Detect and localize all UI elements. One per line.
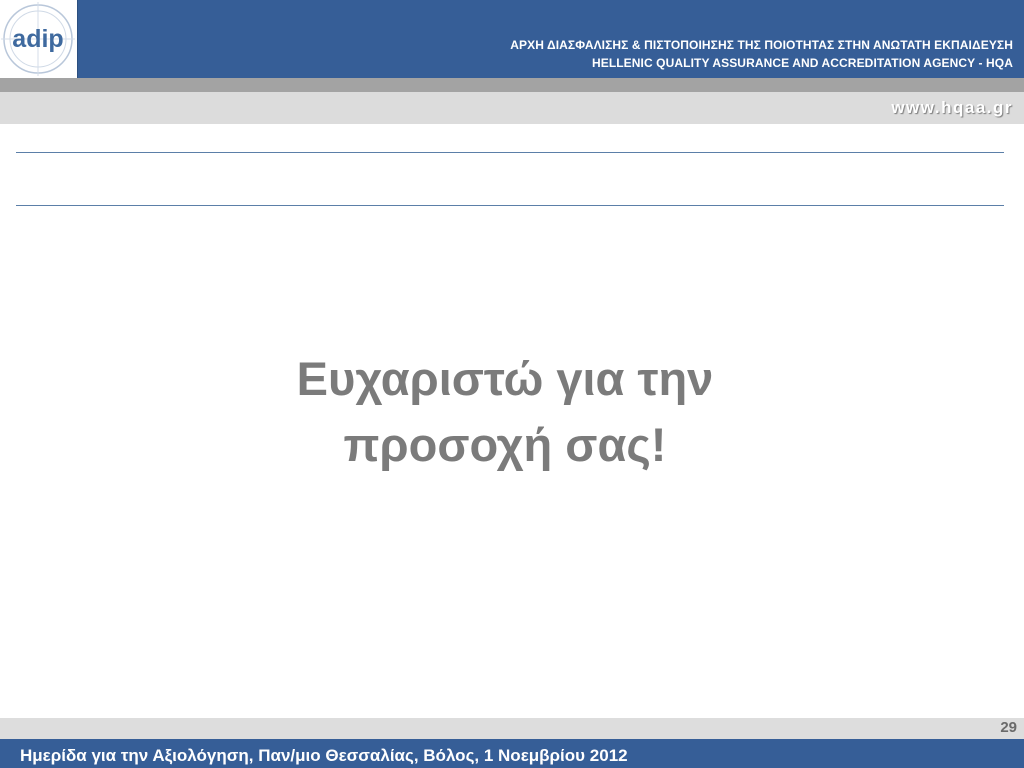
agency-logo: adip: [0, 0, 78, 78]
logo-emblem-icon: adip: [1, 2, 75, 76]
slide: adip ΑΡΧΗ ΔΙΑΣΦΑΛΙΣΗΣ & ΠΙΣΤΟΠΟΙΗΣΗΣ ΤΗΣ…: [0, 0, 1024, 768]
title-rule-bottom: [16, 205, 1004, 206]
thank-you-line-1: Ευχαριστώ για την: [296, 352, 714, 405]
thank-you-message: Ευχαριστώ για την προσοχή σας!: [0, 346, 1010, 478]
header-stripe-light: [0, 92, 1024, 124]
footer-stripe: [0, 718, 1024, 739]
title-rule-top: [16, 152, 1004, 153]
logo-text: adip: [12, 25, 63, 53]
page-number: 29: [1000, 719, 1017, 736]
footer-event-text: Ημερίδα για την Αξιολόγηση, Παν/μιο Θεσσ…: [20, 746, 628, 765]
thank-you-line-2: προσοχή σας!: [343, 418, 667, 471]
header-stripe-dark: [0, 78, 1024, 92]
agency-title-english: HELLENIC QUALITY ASSURANCE AND ACCREDITA…: [591, 56, 1013, 70]
website-url: www.hqaa.gr: [891, 98, 1013, 117]
agency-title-greek: ΑΡΧΗ ΔΙΑΣΦΑΛΙΣΗΣ & ΠΙΣΤΟΠΟΙΗΣΗΣ ΤΗΣ ΠΟΙΟ…: [510, 38, 1013, 52]
